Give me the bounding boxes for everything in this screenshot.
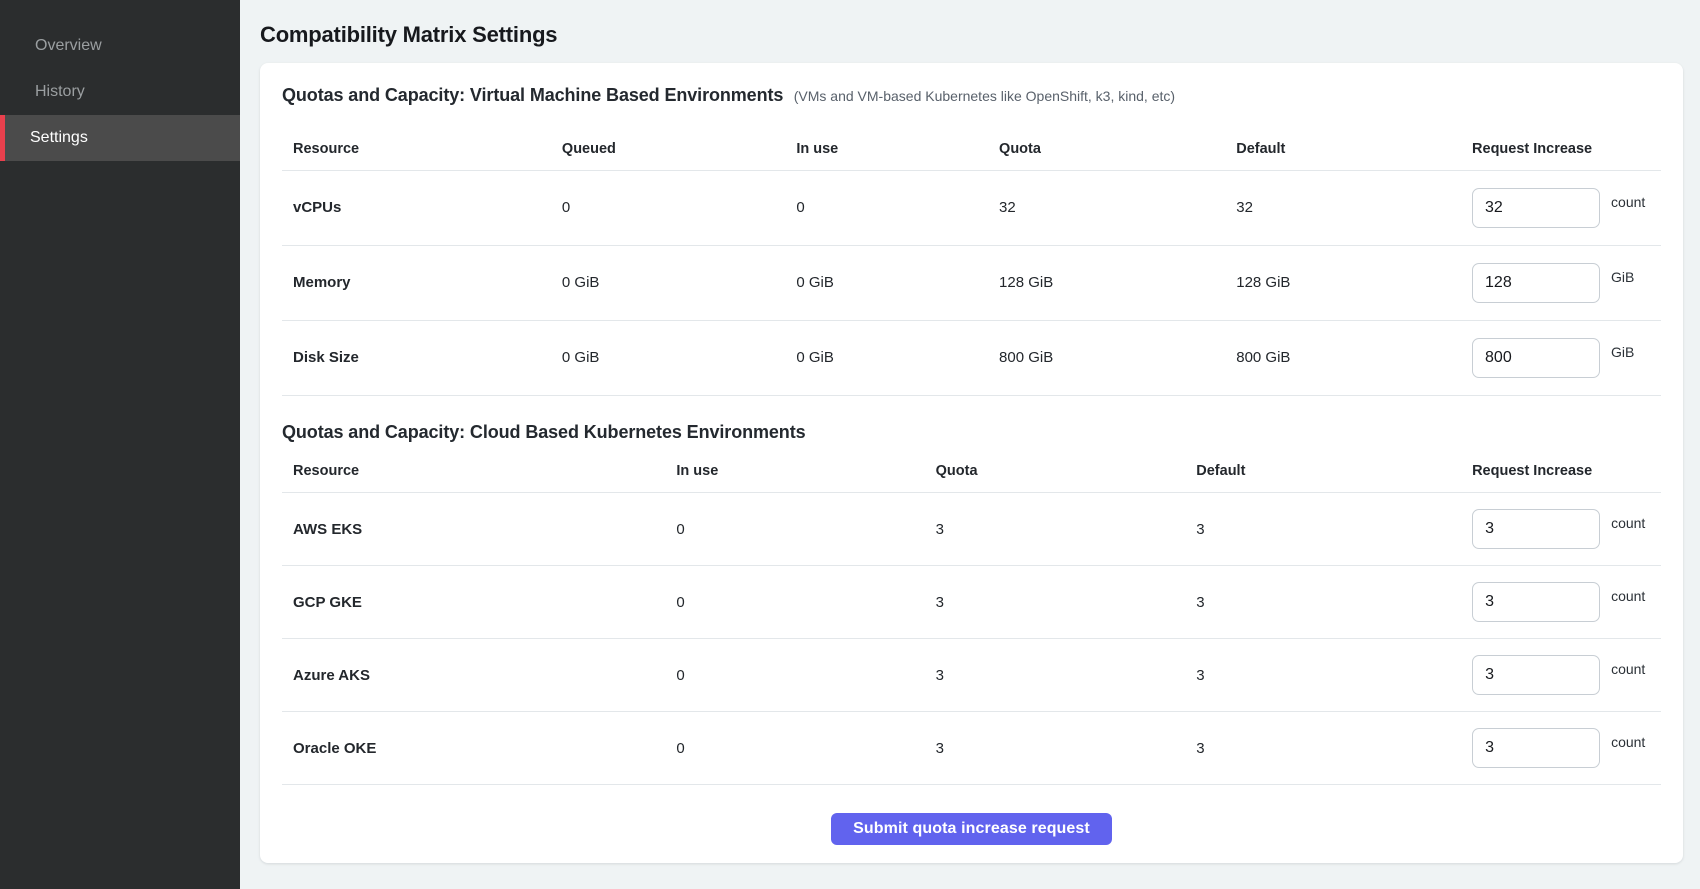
vcpus-in-use-value: 0 [796,170,999,245]
sidebar-item-history[interactable]: History [0,69,240,115]
page-title: Compatibility Matrix Settings [260,0,1683,63]
vm-section-heading: Quotas and Capacity: Virtual Machine Bas… [282,63,1661,107]
aws-eks-quota-value: 3 [936,493,1197,566]
memory-request-field: GiB [1472,263,1661,303]
vm-table-header-row: Resource Queued In use Quota Default Req… [282,107,1661,170]
memory-quota-value: 128 GiB [999,245,1236,320]
vm-col-resource: Resource [282,107,562,170]
oracle-oke-resource-label: Oracle OKE [282,712,676,785]
cloud-col-resource: Resource [282,444,676,493]
azure-aks-quota-value: 3 [936,639,1197,712]
memory-unit-label: GiB [1611,269,1634,285]
disk-size-unit-label: GiB [1611,344,1634,360]
gcp-gke-request-field: count [1472,582,1661,622]
cloud-col-default: Default [1196,444,1472,493]
main-content: Compatibility Matrix Settings Quotas and… [240,0,1700,889]
oracle-oke-default-value: 3 [1196,712,1472,785]
gcp-gke-default-value: 3 [1196,566,1472,639]
sidebar: Overview History Settings [0,0,240,889]
sidebar-item-history-label: History [35,83,85,101]
aws-eks-unit-label: count [1611,515,1645,531]
vcpus-queued-value: 0 [562,170,796,245]
disk-size-request-field: GiB [1472,338,1661,378]
azure-aks-default-value: 3 [1196,639,1472,712]
aws-eks-request-field: count [1472,509,1661,549]
azure-aks-unit-label: count [1611,661,1645,677]
azure-aks-request-field: count [1472,655,1661,695]
memory-default-value: 128 GiB [1236,245,1472,320]
disk-size-resource-label: Disk Size [282,320,562,395]
oracle-oke-quota-value: 3 [936,712,1197,785]
cloud-section-title: Quotas and Capacity: Cloud Based Kuberne… [282,422,806,442]
vm-col-quota: Quota [999,107,1236,170]
vm-row-memory: Memory 0 GiB 0 GiB 128 GiB 128 GiB GiB [282,245,1661,320]
cloud-row-gcp-gke: GCP GKE 0 3 3 count [282,566,1661,639]
vm-section-title: Quotas and Capacity: Virtual Machine Bas… [282,85,783,105]
cloud-row-azure-aks: Azure AKS 0 3 3 count [282,639,1661,712]
vm-row-vcpus: vCPUs 0 0 32 32 count [282,170,1661,245]
azure-aks-request-input[interactable] [1472,655,1600,695]
sidebar-item-settings-label: Settings [30,129,88,147]
vcpus-request-field: count [1472,188,1661,228]
oracle-oke-request-input[interactable] [1472,728,1600,768]
disk-size-default-value: 800 GiB [1236,320,1472,395]
vcpus-request-input[interactable] [1472,188,1600,228]
vm-col-request-increase: Request Increase [1472,107,1661,170]
disk-size-request-input[interactable] [1472,338,1600,378]
cloud-table-header-row: Resource In use Quota Default Request In… [282,444,1661,493]
gcp-gke-unit-label: count [1611,588,1645,604]
vm-quota-table: Resource Queued In use Quota Default Req… [282,107,1661,396]
oracle-oke-in-use-value: 0 [676,712,935,785]
submit-row: Submit quota increase request [282,785,1661,845]
cloud-row-aws-eks: AWS EKS 0 3 3 count [282,493,1661,566]
memory-queued-value: 0 GiB [562,245,796,320]
vcpus-resource-label: vCPUs [282,170,562,245]
cloud-row-oracle-oke: Oracle OKE 0 3 3 count [282,712,1661,785]
oracle-oke-request-field: count [1472,728,1661,768]
app-root: Overview History Settings Compatibility … [0,0,1700,889]
cloud-section-heading: Quotas and Capacity: Cloud Based Kuberne… [282,396,1661,444]
gcp-gke-in-use-value: 0 [676,566,935,639]
disk-size-in-use-value: 0 GiB [796,320,999,395]
vm-row-disk-size: Disk Size 0 GiB 0 GiB 800 GiB 800 GiB Gi… [282,320,1661,395]
memory-request-input[interactable] [1472,263,1600,303]
vm-col-default: Default [1236,107,1472,170]
cloud-col-request-increase: Request Increase [1472,444,1661,493]
cloud-col-in-use: In use [676,444,935,493]
sidebar-item-settings[interactable]: Settings [0,115,240,161]
settings-card: Quotas and Capacity: Virtual Machine Bas… [260,63,1683,863]
aws-eks-resource-label: AWS EKS [282,493,676,566]
azure-aks-in-use-value: 0 [676,639,935,712]
vm-col-in-use: In use [796,107,999,170]
vcpus-default-value: 32 [1236,170,1472,245]
azure-aks-resource-label: Azure AKS [282,639,676,712]
disk-size-queued-value: 0 GiB [562,320,796,395]
sidebar-item-overview-label: Overview [35,37,102,55]
vcpus-unit-label: count [1611,194,1645,210]
vm-col-queued: Queued [562,107,796,170]
memory-in-use-value: 0 GiB [796,245,999,320]
submit-quota-button[interactable]: Submit quota increase request [831,813,1112,845]
cloud-col-quota: Quota [936,444,1197,493]
cloud-quota-table: Resource In use Quota Default Request In… [282,444,1661,786]
aws-eks-default-value: 3 [1196,493,1472,566]
gcp-gke-resource-label: GCP GKE [282,566,676,639]
gcp-gke-request-input[interactable] [1472,582,1600,622]
vcpus-quota-value: 32 [999,170,1236,245]
vm-section-subtitle: (VMs and VM-based Kubernetes like OpenSh… [794,88,1175,104]
aws-eks-request-input[interactable] [1472,509,1600,549]
disk-size-quota-value: 800 GiB [999,320,1236,395]
aws-eks-in-use-value: 0 [676,493,935,566]
sidebar-item-overview[interactable]: Overview [0,23,240,69]
memory-resource-label: Memory [282,245,562,320]
oracle-oke-unit-label: count [1611,734,1645,750]
gcp-gke-quota-value: 3 [936,566,1197,639]
